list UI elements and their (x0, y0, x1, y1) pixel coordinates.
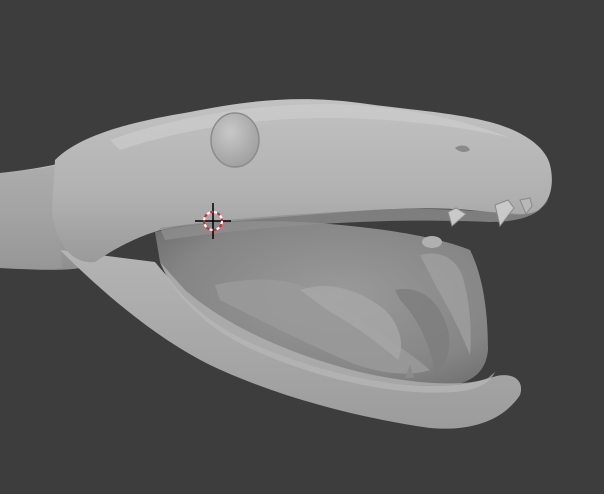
eye (210, 112, 260, 168)
snake-head-model (0, 99, 552, 429)
3d-cursor-icon (195, 203, 231, 239)
3d-viewport[interactable] (0, 0, 604, 494)
3d-cursor[interactable] (195, 203, 231, 239)
